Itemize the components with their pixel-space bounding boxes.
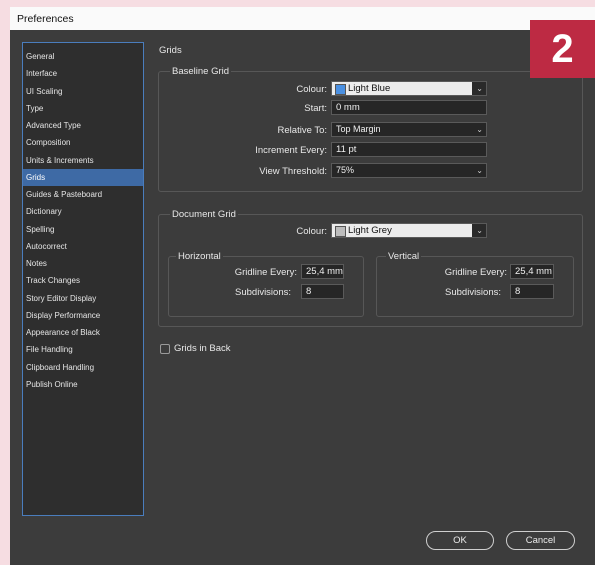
sidebar-item-publish-online[interactable]: Publish Online [23, 376, 143, 393]
sidebar-item-dictionary[interactable]: Dictionary [23, 203, 143, 220]
vertical-gridline-label: Gridline Every: [444, 267, 507, 278]
document-colour-select[interactable]: Light Grey ⌄ [331, 223, 487, 238]
chevron-down-icon: ⌄ [476, 125, 483, 134]
sidebar-item-advanced-type[interactable]: Advanced Type [23, 117, 143, 134]
vertical-subdivisions-input[interactable]: 8 [510, 284, 554, 299]
horizontal-subdivisions-input[interactable]: 8 [301, 284, 344, 299]
chevron-down-icon: ⌄ [476, 166, 483, 175]
sidebar-item-story-editor-display[interactable]: Story Editor Display [23, 290, 143, 307]
sidebar-item-ui-scaling[interactable]: UI Scaling [23, 83, 143, 100]
increment-every-label: Increment Every: [255, 145, 327, 156]
vertical-subdivisions-label: Subdivisions: [445, 287, 501, 298]
page-title: Grids [159, 45, 182, 56]
view-threshold-label: View Threshold: [259, 166, 327, 177]
relative-to-value: Top Margin [336, 124, 381, 134]
sidebar-item-composition[interactable]: Composition [23, 134, 143, 151]
view-threshold-select[interactable]: 75% ⌄ [331, 163, 487, 178]
baseline-colour-label: Colour: [296, 84, 327, 95]
start-input[interactable]: 0 mm [331, 100, 487, 115]
sidebar-item-guides-pasteboard[interactable]: Guides & Pasteboard [23, 186, 143, 203]
preferences-dialog: Preferences General Interface UI Scaling Ty… [10, 7, 595, 565]
chevron-down-icon: ⌄ [476, 84, 483, 93]
ok-button[interactable]: OK [426, 531, 494, 550]
sidebar-item-notes[interactable]: Notes [23, 255, 143, 272]
sidebar-item-general[interactable]: General [23, 48, 143, 65]
grids-in-back-checkbox[interactable] [160, 344, 170, 354]
sidebar-item-file-handling[interactable]: File Handling [23, 341, 143, 358]
window-title: Preferences [17, 13, 74, 25]
sidebar-item-track-changes[interactable]: Track Changes [23, 272, 143, 289]
vertical-gridline-input[interactable]: 25,4 mm [510, 264, 554, 279]
baseline-colour-value: Light Blue [348, 83, 391, 94]
step-number-badge: 2 [530, 20, 595, 78]
document-colour-value: Light Grey [348, 225, 392, 236]
start-label: Start: [304, 103, 327, 114]
sidebar-item-clipboard-handling[interactable]: Clipboard Handling [23, 359, 143, 376]
horizontal-title: Horizontal [176, 251, 223, 262]
cancel-button[interactable]: Cancel [506, 531, 575, 550]
baseline-grid-title: Baseline Grid [170, 66, 232, 77]
sidebar-item-type[interactable]: Type [23, 100, 143, 117]
light-blue-swatch [335, 84, 346, 95]
sidebar-item-grids[interactable]: Grids [23, 169, 143, 186]
relative-to-label: Relative To: [277, 125, 327, 136]
sidebar-item-interface[interactable]: Interface [23, 65, 143, 82]
baseline-colour-face: Light Blue [332, 82, 472, 95]
baseline-colour-select[interactable]: Light Blue ⌄ [331, 81, 487, 96]
preferences-sidebar: General Interface UI Scaling Type Advanced T… [22, 42, 144, 516]
grids-in-back-label[interactable]: Grids in Back [174, 343, 231, 354]
document-grid-title: Document Grid [170, 209, 238, 220]
sidebar-item-spelling[interactable]: Spelling [23, 221, 143, 238]
document-colour-face: Light Grey [332, 224, 472, 237]
horizontal-subdivisions-label: Subdivisions: [235, 287, 291, 298]
light-grey-swatch [335, 226, 346, 237]
sidebar-item-autocorrect[interactable]: Autocorrect [23, 238, 143, 255]
horizontal-gridline-label: Gridline Every: [234, 267, 297, 278]
vertical-title: Vertical [386, 251, 422, 262]
document-colour-label: Colour: [296, 226, 327, 237]
sidebar-item-appearance-of-black[interactable]: Appearance of Black [23, 324, 143, 341]
horizontal-gridline-input[interactable]: 25,4 mm [301, 264, 344, 279]
view-threshold-value: 75% [336, 165, 355, 175]
sidebar-item-units-increments[interactable]: Units & Increments [23, 152, 143, 169]
relative-to-select[interactable]: Top Margin ⌄ [331, 122, 487, 137]
increment-every-input[interactable]: 11 pt [331, 142, 487, 157]
chevron-down-icon: ⌄ [476, 226, 483, 235]
title-bar: Preferences [10, 7, 595, 30]
sidebar-item-display-performance[interactable]: Display Performance [23, 307, 143, 324]
